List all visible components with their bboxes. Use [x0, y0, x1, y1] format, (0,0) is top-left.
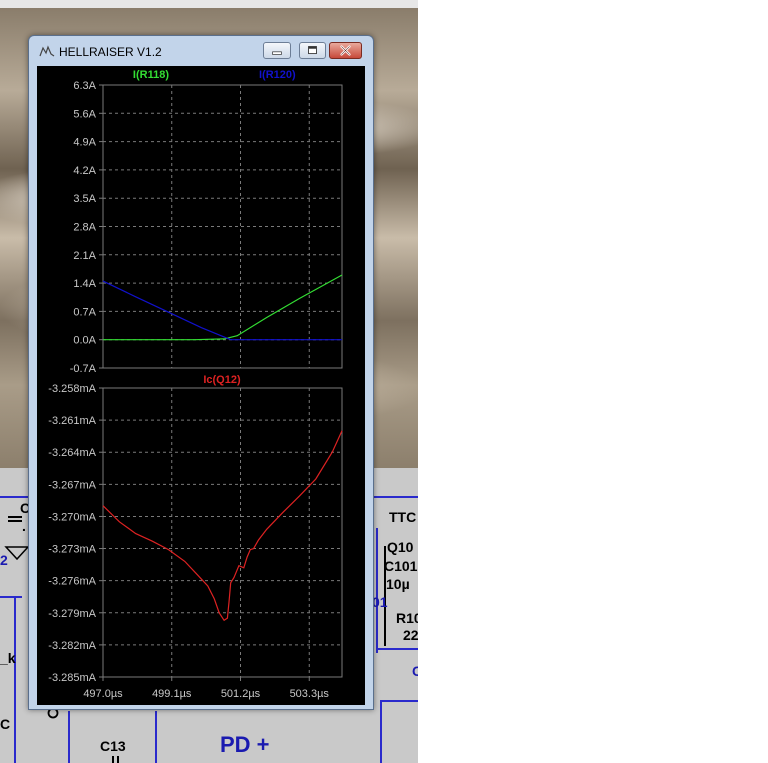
close-button[interactable]: [329, 42, 362, 59]
y-tick-label: -3.264mA: [48, 447, 96, 459]
schematic-label: .: [22, 518, 26, 534]
maximize-icon: [308, 46, 317, 55]
schematic-label: R10: [396, 610, 418, 626]
plot-window[interactable]: HELLRAISER V1.2 6.3A 5.6A 4.9A 4.2A 3.5A 2.8A…: [28, 35, 374, 710]
schematic-label: 22: [403, 627, 418, 643]
schematic-label: PD +: [220, 732, 270, 757]
wire: [376, 648, 418, 650]
y-tick-label: -3.267mA: [48, 479, 96, 491]
close-icon: [340, 45, 351, 56]
wire: [155, 711, 157, 763]
y-tick-label: -3.261mA: [48, 415, 96, 427]
schematic-label: C13: [100, 738, 126, 754]
capacitor-plate: [117, 756, 119, 763]
schematic-label: Q10: [387, 539, 414, 555]
legend-i-r118[interactable]: I(R118): [133, 69, 169, 81]
series-line-i-r120-: [102, 280, 342, 341]
y-tick-label: 1.4A: [73, 278, 96, 290]
wire: [380, 700, 382, 763]
wire: [376, 528, 378, 653]
capacitor-plate: [8, 516, 22, 518]
wire: [0, 596, 22, 598]
y-tick-label: -3.276mA: [48, 576, 96, 588]
y-tick-label: -3.258mA: [48, 383, 96, 395]
schematic-label: TTC: [389, 509, 417, 525]
pane-frame: [102, 84, 343, 369]
series-line-i-r118-: [103, 274, 343, 341]
legend-i-r120[interactable]: I(R120): [259, 69, 296, 81]
wire: [380, 700, 418, 702]
capacitor-plate: [112, 756, 114, 763]
pane-1-y-ticks: 6.3A 5.6A 4.9A 4.2A 3.5A 2.8A 2.1A 1.4A 0.7A 0.0A…: [70, 80, 97, 375]
pane-1-traces: [102, 274, 343, 341]
waveform-plot-area[interactable]: 6.3A 5.6A 4.9A 4.2A 3.5A 2.8A 2.1A 1.4A 0.7A 0.0A…: [37, 66, 365, 705]
y-tick-label: 4.9A: [73, 137, 96, 149]
y-tick-label: -0.7A: [70, 363, 97, 375]
y-tick-label: 0.7A: [73, 306, 96, 318]
legend-ic-q12[interactable]: Ic(Q12): [203, 374, 241, 386]
y-tick-label: -3.282mA: [48, 640, 96, 652]
wire: [68, 711, 70, 763]
capacitor-plate: [8, 520, 22, 522]
series-line-ic-q12-: [102, 430, 343, 622]
y-tick-label: 2.8A: [73, 222, 96, 234]
pane-2-traces: [102, 430, 343, 622]
ground-symbol: [4, 546, 30, 561]
y-tick-label: 0.0A: [73, 335, 96, 347]
y-tick-label: 3.5A: [73, 193, 96, 205]
pane-frame: [102, 387, 343, 678]
waveform-plot[interactable]: 6.3A 5.6A 4.9A 4.2A 3.5A 2.8A 2.1A 1.4A 0.7A 0.0A…: [37, 66, 365, 705]
y-tick-label: -3.279mA: [48, 608, 96, 620]
x-tick-label: 499.1µs: [152, 688, 192, 700]
minimize-button[interactable]: [263, 42, 291, 59]
y-tick-label: 5.6A: [73, 108, 96, 120]
y-tick-label: 6.3A: [73, 80, 96, 92]
app-icon: [39, 45, 55, 57]
x-tick-label: 503.3µs: [290, 688, 330, 700]
schematic-label: 10µ: [386, 576, 410, 592]
wallpaper-strip: [0, 0, 418, 8]
x-tick-label: 497.0µs: [83, 688, 123, 700]
title-bar[interactable]: HELLRAISER V1.2: [29, 36, 373, 64]
schematic-label: _k: [0, 650, 16, 666]
x-axis-ticks: 497.0µs 499.1µs 501.2µs 503.3µs: [83, 677, 329, 700]
y-tick-label: -3.273mA: [48, 544, 96, 556]
minimize-icon: [272, 51, 282, 55]
y-tick-label: 4.2A: [73, 165, 96, 177]
schematic-label: C: [0, 716, 11, 732]
y-tick-label: 2.1A: [73, 250, 96, 262]
y-tick-label: -3.270mA: [48, 511, 96, 523]
schematic-label: 01: [372, 594, 388, 610]
schematic-label: C101: [384, 558, 418, 574]
y-tick-label: -3.285mA: [48, 672, 96, 684]
x-tick-label: 501.2µs: [221, 688, 261, 700]
pane-2-grid: [99, 387, 343, 678]
schematic-label: C: [412, 663, 418, 679]
wire: [14, 596, 16, 763]
pane-2-y-ticks: -3.258mA -3.261mA -3.264mA -3.267mA -3.270mA…: [48, 383, 96, 684]
window-title: HELLRAISER V1.2: [59, 45, 162, 59]
maximize-button[interactable]: [299, 42, 326, 59]
pane-1-grid: [99, 84, 343, 369]
